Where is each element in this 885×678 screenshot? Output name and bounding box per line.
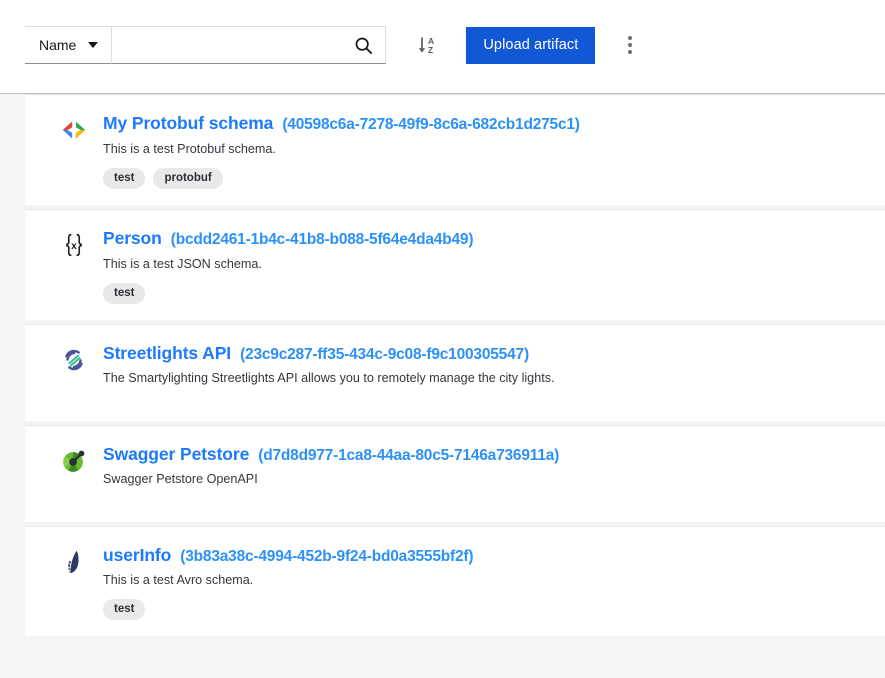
artifacts-toolbar: Name A Z Upload artifact [0,0,885,94]
overflow-menu-vertical-icon [628,36,632,40]
artifact-description: This is a test Avro schema. [103,572,865,589]
artifact-type-icon-wrapper [45,444,103,476]
artifact-labels: test [103,283,865,304]
artifact-type-icon-wrapper: x [45,228,103,260]
artifact-id: (bcdd2461-1b4c-41b8-b088-5f64e4da4b49) [171,231,474,249]
artifact-details: userInfo (3b83a38c-4994-452b-9f24-bd0a35… [103,545,865,621]
search-filter-group: Name [25,26,386,64]
artifact-id: (40598c6a-7278-49f9-8c6a-682cb1d275c1) [282,116,579,134]
artifact-details: My Protobuf schema (40598c6a-7278-49f9-8… [103,113,865,189]
artifact-list: My Protobuf schema (40598c6a-7278-49f9-8… [0,94,885,678]
artifact-id: (d7d8d977-1ca8-44aa-80c5-7146a736911a) [258,447,559,465]
artifact-name-link[interactable]: My Protobuf schema [103,113,273,133]
sort-button[interactable]: A Z [406,25,450,65]
artifact-details: Person (bcdd2461-1b4c-41b8-b088-5f64e4da… [103,228,865,304]
filter-field-dropdown[interactable]: Name [25,26,112,64]
artifact-type-icon-wrapper [45,343,103,375]
artifact-name-link[interactable]: Swagger Petstore [103,444,249,464]
openapi-icon [59,446,89,476]
artifact-label-chip[interactable]: test [103,599,145,620]
artifact-id: (3b83a38c-4994-452b-9f24-bd0a3555bf2f) [180,548,473,566]
search-input[interactable] [112,27,342,63]
upload-artifact-button[interactable]: Upload artifact [466,27,595,64]
artifact-list-item[interactable]: x Person (bcdd2461-1b4c-41b8-b088-5f64e4… [25,209,885,320]
artifact-name-link[interactable]: Person [103,228,162,248]
artifact-title-line: userInfo (3b83a38c-4994-452b-9f24-bd0a35… [103,545,865,566]
search-icon [354,36,373,55]
artifact-list-item[interactable]: Swagger Petstore (d7d8d977-1ca8-44aa-80c… [25,425,885,522]
svg-text:x: x [71,241,77,252]
artifact-description: This is a test JSON schema. [103,256,865,273]
overflow-dot-2 [628,43,632,47]
search-button[interactable] [342,26,386,64]
artifact-details: Swagger Petstore (d7d8d977-1ca8-44aa-80c… [103,444,865,489]
artifact-label-chip[interactable]: test [103,283,145,304]
artifact-labels: test [103,599,865,620]
artifact-list-item[interactable]: My Protobuf schema (40598c6a-7278-49f9-8… [25,94,885,205]
overflow-dot-3 [628,50,632,54]
artifact-list-item[interactable]: userInfo (3b83a38c-4994-452b-9f24-bd0a35… [25,526,885,637]
artifact-type-icon-wrapper [45,113,103,145]
artifact-description: Swagger Petstore OpenAPI [103,471,865,488]
artifact-title-line: Swagger Petstore (d7d8d977-1ca8-44aa-80c… [103,444,865,465]
json-schema-icon: x [59,230,89,260]
artifact-labels: test protobuf [103,168,865,189]
artifact-title-line: Streetlights API (23c9c287-ff35-434c-9c0… [103,343,865,364]
chevron-down-icon [88,42,98,48]
artifact-id: (23c9c287-ff35-434c-9c08-f9c100305547) [240,346,529,364]
protobuf-icon [59,115,89,145]
artifact-type-icon-wrapper [45,545,103,577]
artifact-label-chip[interactable]: protobuf [153,168,222,189]
artifact-description: The Smartylighting Streetlights API allo… [103,370,865,387]
artifact-name-link[interactable]: Streetlights API [103,343,231,363]
artifact-description: This is a test Protobuf schema. [103,141,865,158]
sort-alpha-descending-icon: A Z [416,33,440,57]
search-field-wrapper [112,26,342,64]
sort-letter-bottom: Z [428,45,433,55]
artifact-list-item[interactable]: Streetlights API (23c9c287-ff35-434c-9c0… [25,324,885,421]
toolbar-controls: Name A Z Upload artifact [25,25,649,65]
asyncapi-icon [59,345,89,375]
filter-field-label: Name [39,37,76,53]
avro-icon [59,547,89,577]
artifact-details: Streetlights API (23c9c287-ff35-434c-9c0… [103,343,865,388]
toolbar-overflow-menu-button[interactable] [611,25,649,65]
artifact-title-line: My Protobuf schema (40598c6a-7278-49f9-8… [103,113,865,134]
artifact-title-line: Person (bcdd2461-1b4c-41b8-b088-5f64e4da… [103,228,865,249]
artifact-name-link[interactable]: userInfo [103,545,171,565]
artifact-label-chip[interactable]: test [103,168,145,189]
